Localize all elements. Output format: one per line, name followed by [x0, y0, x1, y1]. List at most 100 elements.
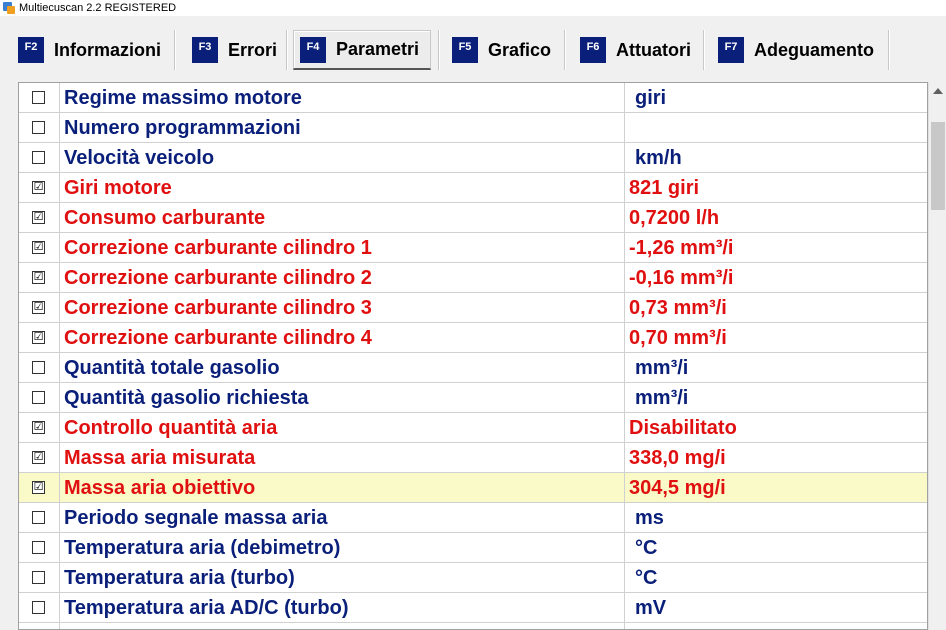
parameter-row[interactable]: Temperatura aria AD/C (turbo) mV [19, 593, 927, 623]
parameter-row[interactable]: ☑ Correzione carburante cilindro 3 0,73 mm… [19, 293, 927, 323]
parameter-value: 0,7200 l/h [629, 207, 720, 229]
scrollbar-thumb[interactable] [931, 122, 945, 210]
parameter-value: mV [635, 597, 667, 619]
tab-label: Attuatori [616, 39, 691, 60]
parameter-value: -0,16 mm³/i [629, 267, 734, 289]
parameter-row[interactable]: ☑ Controllo quantità aria Disabilitato [19, 413, 927, 443]
window-title: Multiecuscan 2.2 REGISTERED [19, 2, 177, 14]
checkbox-unchecked-icon[interactable] [32, 121, 45, 134]
parameter-value: 821 giri [629, 177, 700, 199]
scroll-up-icon[interactable] [929, 82, 946, 99]
tab-grafico[interactable]: F5 Grafico [446, 30, 551, 70]
parameter-row[interactable]: ☑ Giri motore 821 giri [19, 173, 927, 203]
checkbox-unchecked-icon[interactable] [32, 571, 45, 584]
tab-label: Adeguamento [754, 39, 875, 60]
parameter-name: Giri motore [64, 177, 172, 199]
checkbox-unchecked-icon[interactable] [32, 91, 45, 104]
parameter-value: mm³/i [635, 357, 689, 379]
checkbox-checked-icon[interactable]: ☑ [32, 481, 45, 494]
checkbox-unchecked-icon[interactable] [32, 511, 45, 524]
tab-label: Grafico [488, 39, 552, 60]
parameter-name: Quantità totale gasolio [64, 357, 280, 379]
tab-separator [174, 30, 176, 70]
parameter-row[interactable]: ☑ Massa aria misurata 338,0 mg/i [19, 443, 927, 473]
parameter-row[interactable]: Quantità gasolio richiesta mm³/i [19, 383, 927, 413]
column-divider [624, 83, 625, 629]
parameter-row[interactable] [19, 623, 927, 629]
parameter-name: Temperatura aria (turbo) [64, 567, 295, 589]
checkbox-checked-icon[interactable]: ☑ [32, 241, 45, 254]
title-bar: Multiecuscan 2.2 REGISTERED [0, 0, 946, 16]
checkbox-unchecked-icon[interactable] [32, 361, 45, 374]
parameter-row[interactable]: ☑ Massa aria obiettivo 304,5 mg/i [19, 473, 927, 503]
checkbox-unchecked-icon[interactable] [32, 541, 45, 554]
parameter-row[interactable]: Temperatura aria (turbo) °C [19, 563, 927, 593]
parameter-row[interactable]: Periodo segnale massa aria ms [19, 503, 927, 533]
f7-key-icon: F7 [718, 37, 744, 63]
tab-informazioni[interactable]: F2 Informazioni [12, 30, 161, 70]
f4-key-icon: F4 [300, 36, 326, 63]
app-icon [2, 1, 16, 15]
parameter-name: Regime massimo motore [64, 87, 302, 109]
tab-separator [703, 30, 705, 70]
parameter-row[interactable]: Regime massimo motore giri [19, 83, 927, 113]
checkbox-checked-icon[interactable]: ☑ [32, 211, 45, 224]
parameter-value: 0,70 mm³/i [629, 327, 727, 349]
checkbox-checked-icon[interactable]: ☑ [32, 271, 45, 284]
parameter-value: ms [635, 507, 664, 529]
f2-key-icon: F2 [18, 37, 44, 63]
parameter-row[interactable]: ☑ Correzione carburante cilindro 4 0,70 mm… [19, 323, 927, 353]
parameter-name: Correzione carburante cilindro 3 [64, 297, 372, 319]
parameter-name: Periodo segnale massa aria [64, 507, 328, 529]
parameter-name: Correzione carburante cilindro 1 [64, 237, 372, 259]
parameter-name: Temperatura aria AD/C (turbo) [64, 597, 349, 619]
parameter-row[interactable]: ☑ Consumo carburante 0,7200 l/h [19, 203, 927, 233]
parameters-grid: Regime massimo motore giri Numero programm… [18, 82, 928, 630]
tab-label: Informazioni [54, 39, 161, 60]
parameter-value: Disabilitato [629, 417, 737, 439]
tab-separator [564, 30, 566, 70]
parameter-name: Numero programmazioni [64, 117, 301, 139]
tab-attuatori[interactable]: F6 Attuatori [574, 30, 691, 70]
tab-errori[interactable]: F3 Errori [186, 30, 277, 70]
parameter-value: mm³/i [635, 387, 689, 409]
checkbox-checked-icon[interactable]: ☑ [32, 181, 45, 194]
parameter-name: Massa aria misurata [64, 447, 256, 469]
parameter-name: Velocità veicolo [64, 147, 215, 169]
checkbox-checked-icon[interactable]: ☑ [32, 421, 45, 434]
column-divider [59, 83, 60, 629]
parameter-row[interactable]: Numero programmazioni [19, 113, 927, 143]
parameter-value: giri [635, 87, 667, 109]
parameter-name: Quantità gasolio richiesta [64, 387, 309, 409]
parameter-name: Controllo quantità aria [64, 417, 278, 439]
parameter-row[interactable]: ☑ Correzione carburante cilindro 2 -0,16 m… [19, 263, 927, 293]
tab-adeguamento[interactable]: F7 Adeguamento [712, 30, 874, 70]
vertical-scrollbar[interactable] [928, 82, 946, 630]
parameter-row[interactable]: Quantità totale gasolio mm³/i [19, 353, 927, 383]
tab-separator [438, 30, 440, 70]
parameter-value: 338,0 mg/i [629, 447, 726, 469]
checkbox-checked-icon[interactable]: ☑ [32, 301, 45, 314]
f5-key-icon: F5 [452, 37, 478, 63]
parameter-row[interactable]: Temperatura aria (debimetro) °C [19, 533, 927, 563]
parameter-name: Correzione carburante cilindro 4 [64, 327, 372, 349]
parameter-value: 0,73 mm³/i [629, 297, 727, 319]
f6-key-icon: F6 [580, 37, 606, 63]
tab-separator [286, 30, 288, 70]
parameter-name: Temperatura aria (debimetro) [64, 537, 341, 559]
tab-label: Parametri [336, 39, 420, 59]
parameter-value: -1,26 mm³/i [629, 237, 734, 259]
tab-label: Errori [228, 39, 278, 60]
checkbox-unchecked-icon[interactable] [32, 391, 45, 404]
parameter-row[interactable]: Velocità veicolo km/h [19, 143, 927, 173]
checkbox-checked-icon[interactable]: ☑ [32, 451, 45, 464]
tab-parametri[interactable]: F4 Parametri [293, 30, 431, 70]
parameter-row[interactable]: ☑ Correzione carburante cilindro 1 -1,26 m… [19, 233, 927, 263]
checkbox-unchecked-icon[interactable] [32, 151, 45, 164]
parameter-name: Massa aria obiettivo [64, 477, 256, 499]
tab-bar: F2 Informazioni F3 Errori F4 Parametri F… [0, 16, 946, 78]
tab-separator [888, 30, 890, 70]
checkbox-unchecked-icon[interactable] [32, 601, 45, 614]
checkbox-checked-icon[interactable]: ☑ [32, 331, 45, 344]
parameter-name: Correzione carburante cilindro 2 [64, 267, 372, 289]
